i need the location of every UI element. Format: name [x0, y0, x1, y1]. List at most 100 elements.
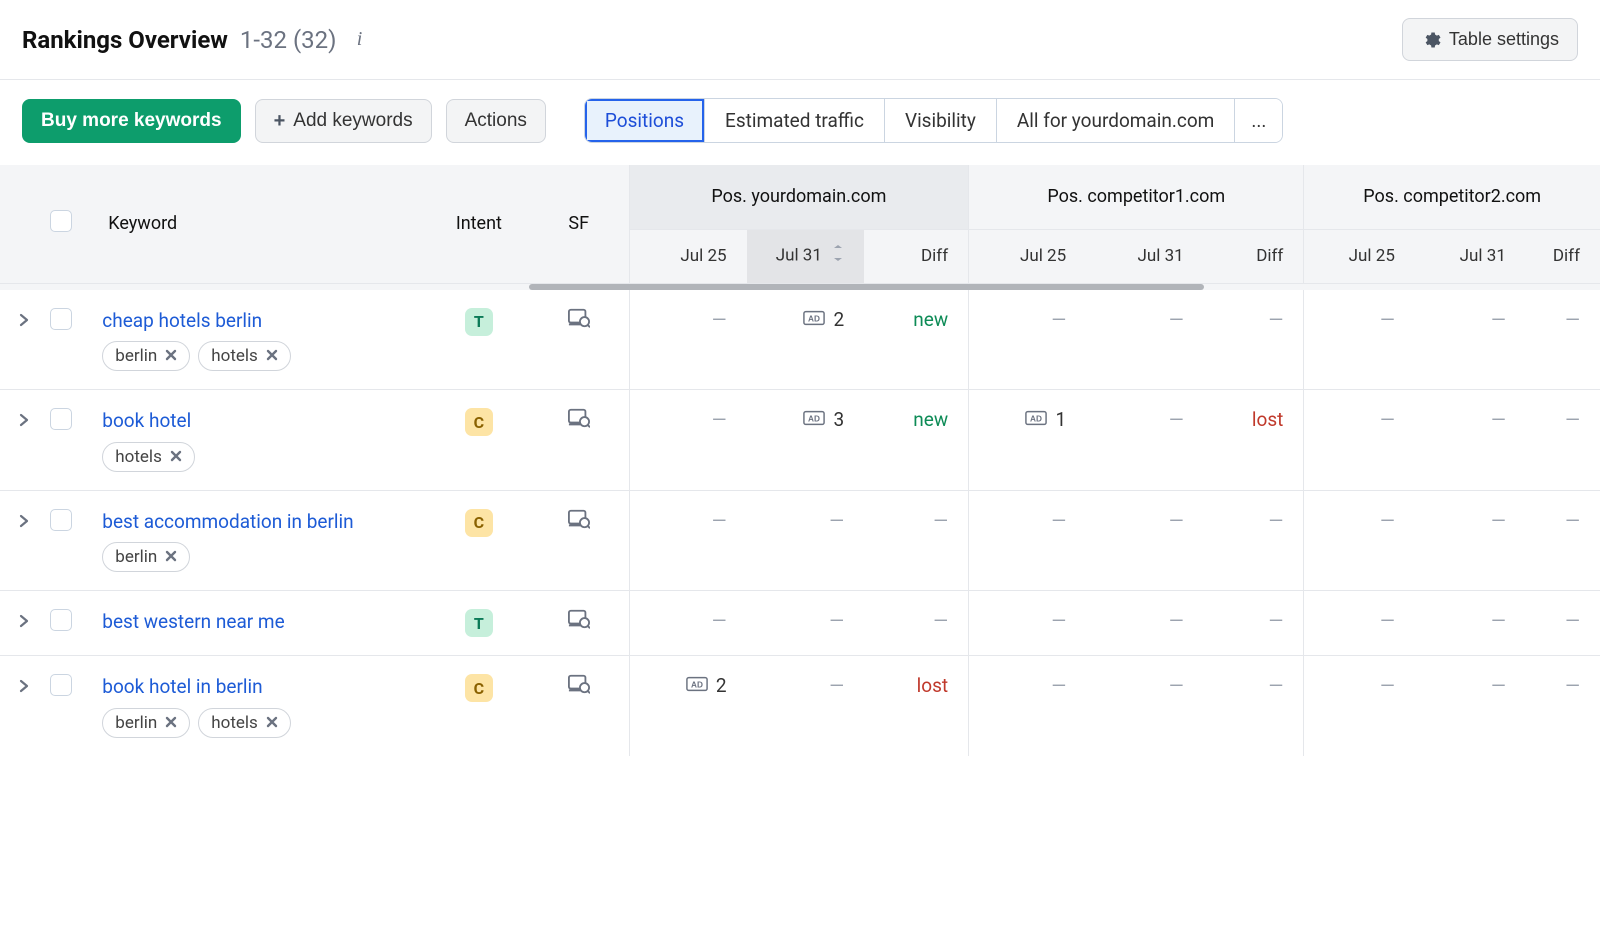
gear-icon — [1421, 30, 1441, 50]
column-yourdomain-jul31[interactable]: Jul 31 — [747, 229, 865, 283]
cell-yourdomain-diff: lost — [864, 656, 969, 756]
cell-comp2-jul25: — — [1304, 390, 1415, 491]
column-sf[interactable]: SF — [529, 165, 629, 283]
column-group-yourdomain[interactable]: Pos. yourdomain.com — [629, 165, 969, 229]
cell-comp2-jul25: — — [1304, 290, 1415, 390]
ad-icon — [686, 676, 708, 692]
column-comp1-jul31[interactable]: Jul 31 — [1086, 229, 1204, 283]
select-all-checkbox[interactable] — [50, 210, 72, 232]
column-group-competitor2[interactable]: Pos. competitor2.com — [1304, 165, 1600, 229]
add-keywords-button[interactable]: + Add keywords — [255, 99, 432, 143]
remove-tag-icon[interactable] — [266, 713, 278, 733]
table-settings-label: Table settings — [1449, 29, 1559, 50]
column-comp2-jul25[interactable]: Jul 25 — [1304, 229, 1415, 283]
cell-comp2-diff: — — [1526, 656, 1600, 756]
column-intent[interactable]: Intent — [429, 165, 529, 283]
remove-tag-icon[interactable] — [165, 547, 177, 567]
serp-features-icon[interactable] — [529, 674, 629, 694]
cell-comp1-jul25: — — [969, 656, 1087, 756]
remove-tag-icon[interactable] — [170, 447, 182, 467]
cell-comp1-diff: — — [1204, 290, 1304, 390]
column-yourdomain-diff[interactable]: Diff — [864, 229, 969, 283]
cell-yourdomain-jul25: — — [629, 390, 747, 491]
tag-label: hotels — [115, 447, 162, 467]
cell-comp2-jul25: — — [1304, 490, 1415, 591]
horizontal-scrollbar[interactable] — [529, 284, 1204, 290]
cell-comp1-jul31: — — [1086, 390, 1204, 491]
buy-more-keywords-label: Buy more keywords — [41, 110, 222, 132]
cell-yourdomain-jul25: — — [629, 591, 747, 656]
keyword-link[interactable]: best western near me — [102, 609, 429, 635]
info-icon[interactable]: i — [349, 29, 371, 51]
cell-comp2-jul31: — — [1415, 656, 1526, 756]
row-checkbox[interactable] — [50, 509, 72, 531]
cell-comp2-jul25: — — [1304, 591, 1415, 656]
keyword-tag[interactable]: berlin — [102, 708, 190, 738]
cell-comp1-jul25: 1 — [969, 390, 1087, 491]
keyword-tag[interactable]: hotels — [198, 708, 291, 738]
keyword-link[interactable]: best accommodation in berlin — [102, 509, 429, 535]
cell-comp1-jul25: — — [969, 490, 1087, 591]
column-comp2-jul31[interactable]: Jul 31 — [1415, 229, 1526, 283]
expand-row-button[interactable] — [16, 513, 32, 529]
serp-features-icon[interactable] — [529, 308, 629, 328]
sort-icon — [832, 244, 844, 268]
cell-comp1-diff: — — [1204, 591, 1304, 656]
column-comp1-diff[interactable]: Diff — [1204, 229, 1304, 283]
column-comp1-jul25[interactable]: Jul 25 — [969, 229, 1087, 283]
keyword-link[interactable]: cheap hotels berlin — [102, 308, 429, 334]
cell-comp2-diff: — — [1526, 390, 1600, 491]
row-checkbox[interactable] — [50, 408, 72, 430]
keyword-link[interactable]: book hotel in berlin — [102, 674, 429, 700]
expand-row-button[interactable] — [16, 613, 32, 629]
cell-yourdomain-diff: new — [864, 390, 969, 491]
cell-yourdomain-jul31: — — [747, 656, 865, 756]
serp-features-icon[interactable] — [529, 609, 629, 629]
tag-label: berlin — [115, 346, 157, 366]
tab-all-for-domain[interactable]: All for yourdomain.com — [997, 99, 1235, 142]
keyword-link[interactable]: book hotel — [102, 408, 429, 434]
column-yourdomain-jul25[interactable]: Jul 25 — [629, 229, 747, 283]
column-group-competitor1[interactable]: Pos. competitor1.com — [969, 165, 1304, 229]
tab-visibility[interactable]: Visibility — [885, 99, 997, 142]
expand-row-button[interactable] — [16, 312, 32, 328]
buy-more-keywords-button[interactable]: Buy more keywords — [22, 99, 241, 143]
keyword-tag[interactable]: berlin — [102, 341, 190, 371]
expand-row-button[interactable] — [16, 412, 32, 428]
table-settings-button[interactable]: Table settings — [1402, 18, 1578, 61]
remove-tag-icon[interactable] — [165, 346, 177, 366]
actions-button[interactable]: Actions — [446, 99, 546, 143]
cell-yourdomain-jul25: — — [629, 290, 747, 390]
row-checkbox[interactable] — [50, 674, 72, 696]
tab-estimated-traffic[interactable]: Estimated traffic — [705, 99, 885, 142]
keyword-tag[interactable]: hotels — [102, 442, 195, 472]
keyword-tag[interactable]: berlin — [102, 542, 190, 572]
remove-tag-icon[interactable] — [165, 713, 177, 733]
cell-yourdomain-jul25: — — [629, 490, 747, 591]
cell-comp2-jul31: — — [1415, 290, 1526, 390]
keyword-tag[interactable]: hotels — [198, 341, 291, 371]
serp-features-icon[interactable] — [529, 408, 629, 428]
tab-more[interactable]: ... — [1235, 99, 1282, 142]
cell-comp1-jul31: — — [1086, 290, 1204, 390]
row-checkbox[interactable] — [50, 308, 72, 330]
table-row: cheap hotels berlinberlinhotelsT—2new———… — [0, 290, 1600, 390]
intent-badge: C — [465, 674, 493, 702]
plus-icon: + — [274, 111, 286, 131]
cell-comp1-diff: lost — [1204, 390, 1304, 491]
cell-comp2-jul31: — — [1415, 390, 1526, 491]
tab-positions[interactable]: Positions — [585, 99, 705, 142]
tag-label: hotels — [211, 346, 258, 366]
cell-yourdomain-jul31: — — [747, 591, 865, 656]
cell-comp1-jul31: — — [1086, 656, 1204, 756]
table-row: best western near meT————————— — [0, 591, 1600, 656]
column-keyword[interactable]: Keyword — [102, 165, 429, 283]
row-checkbox[interactable] — [50, 609, 72, 631]
rankings-table: Keyword Intent SF Pos. yourdomain.com Po… — [0, 165, 1600, 756]
column-comp2-diff[interactable]: Diff — [1526, 229, 1600, 283]
cell-yourdomain-jul31: 3 — [747, 390, 865, 491]
remove-tag-icon[interactable] — [266, 346, 278, 366]
expand-row-button[interactable] — [16, 678, 32, 694]
cell-yourdomain-diff: — — [864, 591, 969, 656]
serp-features-icon[interactable] — [529, 509, 629, 529]
